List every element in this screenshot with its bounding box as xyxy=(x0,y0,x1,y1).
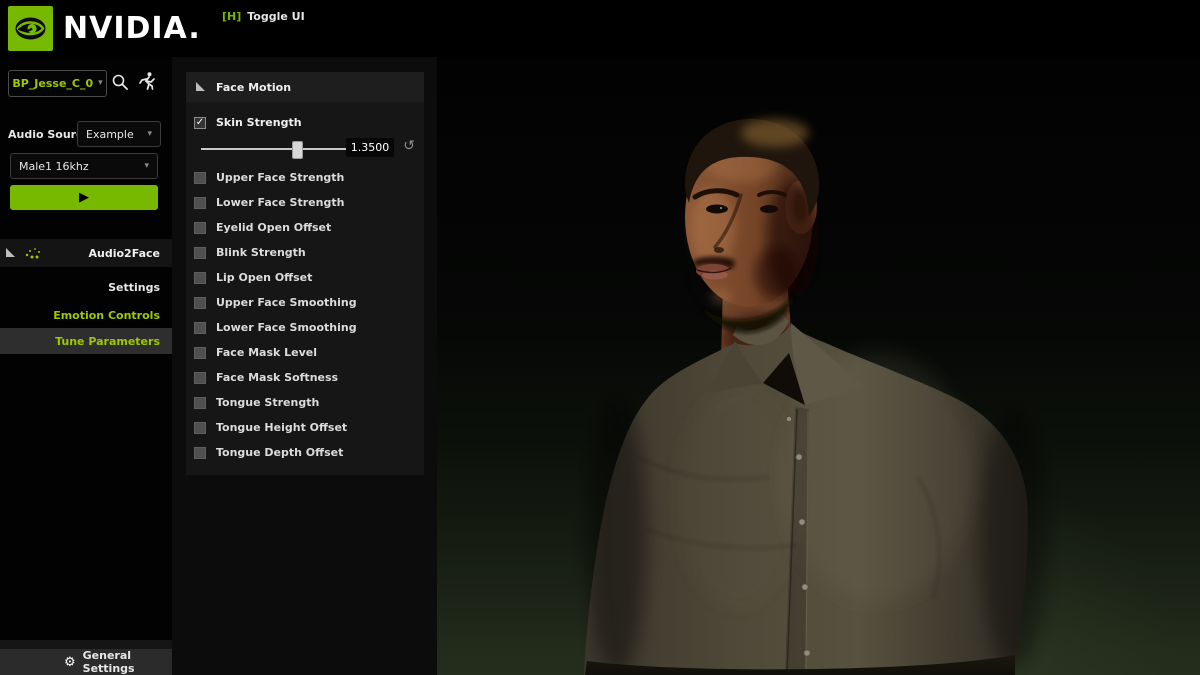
param-label: Face Mask Softness xyxy=(216,371,338,384)
search-button[interactable] xyxy=(109,71,131,93)
checkbox[interactable] xyxy=(194,272,206,284)
slider-thumb[interactable] xyxy=(292,141,303,159)
slider-track[interactable] xyxy=(201,148,347,150)
nvidia-logo: NVIDIA. xyxy=(8,6,201,51)
param-row: Tongue Height Offset xyxy=(186,415,424,440)
param-row: Blink Strength xyxy=(186,240,424,265)
preset-value: BP_Jesse_C_0 xyxy=(12,77,93,90)
audio2face-section-header[interactable]: Audio2Face xyxy=(0,239,172,267)
param-label: Tongue Strength xyxy=(216,396,319,409)
section-title: Audio2Face xyxy=(89,247,160,260)
checkbox[interactable] xyxy=(194,297,206,309)
checkbox[interactable] xyxy=(194,397,206,409)
param-label: Eyelid Open Offset xyxy=(216,221,331,234)
reset-icon[interactable]: ↺ xyxy=(403,139,415,153)
checkbox[interactable] xyxy=(194,172,206,184)
sidebar-item-emotion-controls[interactable]: Emotion Controls xyxy=(0,302,172,328)
checkbox[interactable] xyxy=(194,322,206,334)
viewport-3d[interactable] xyxy=(437,57,1200,675)
sidebar-item-tune-parameters[interactable]: Tune Parameters xyxy=(0,328,172,354)
param-row: Face Mask Softness xyxy=(186,365,424,390)
checkbox[interactable] xyxy=(194,372,206,384)
param-row: Lower Face Smoothing xyxy=(186,315,424,340)
param-label: Lip Open Offset xyxy=(216,271,312,284)
param-row: Lower Face Strength xyxy=(186,190,424,215)
sidebar-item-settings[interactable]: Settings xyxy=(0,274,172,300)
param-row: Tongue Depth Offset xyxy=(186,440,424,465)
checkbox[interactable] xyxy=(194,197,206,209)
brand-wordmark: NVIDIA. xyxy=(63,11,201,46)
app-window: NVIDIA. [H] Toggle UI BP_Jesse_C_0 ▾ xyxy=(0,0,1200,675)
audio-source-value: Example xyxy=(86,128,134,141)
play-icon: ▶ xyxy=(79,190,89,205)
panel-body: ✓ Skin Strength 1.3500 ↺ Upper Face Stre… xyxy=(186,102,424,475)
face-motion-panel: Face Motion ✓ Skin Strength 1.3500 ↺ Upp… xyxy=(186,72,424,475)
chevron-down-icon: ▾ xyxy=(147,130,152,139)
face-motion-header[interactable]: Face Motion xyxy=(186,72,424,102)
chevron-down-icon: ▾ xyxy=(144,162,149,171)
search-icon xyxy=(111,73,129,91)
param-row: Face Mask Level xyxy=(186,340,424,365)
audio-source-dropdown[interactable]: Example ▾ xyxy=(77,121,161,147)
general-settings-label: General Settings xyxy=(83,649,172,675)
character-pose-button[interactable] xyxy=(136,70,158,92)
gear-icon: ⚙ xyxy=(64,656,76,669)
param-label: Upper Face Smoothing xyxy=(216,296,357,309)
voice-dropdown[interactable]: Male1 16khz ▾ xyxy=(10,153,158,179)
panel-title: Face Motion xyxy=(216,81,291,94)
running-person-icon xyxy=(137,71,157,91)
slider-value-field[interactable]: 1.3500 xyxy=(346,138,394,157)
sidebar-item-label: Settings xyxy=(108,281,160,294)
parameters-column: Face Motion ✓ Skin Strength 1.3500 ↺ Upp… xyxy=(172,57,437,675)
param-row: Lip Open Offset xyxy=(186,265,424,290)
checkbox[interactable] xyxy=(194,447,206,459)
voice-value: Male1 16khz xyxy=(19,160,89,173)
toggle-ui-button[interactable]: [H] Toggle UI xyxy=(222,10,305,23)
param-label: Skin Strength xyxy=(216,116,302,129)
skin-strength-slider-row: 1.3500 ↺ xyxy=(186,135,424,163)
param-label: Blink Strength xyxy=(216,246,306,259)
sidebar-item-label: Tune Parameters xyxy=(55,335,160,348)
chevron-down-icon: ▾ xyxy=(98,79,103,88)
audio2face-particles-icon xyxy=(24,245,42,261)
param-label: Lower Face Smoothing xyxy=(216,321,357,334)
param-label: Upper Face Strength xyxy=(216,171,344,184)
param-label: Lower Face Strength xyxy=(216,196,344,209)
toggle-ui-label: Toggle UI xyxy=(247,10,304,23)
param-row-skin-strength: ✓ Skin Strength xyxy=(186,110,424,135)
checkbox-checked[interactable]: ✓ xyxy=(194,117,206,129)
param-label: Face Mask Level xyxy=(216,346,317,359)
top-bar: NVIDIA. [H] Toggle UI xyxy=(0,0,1200,57)
checkbox[interactable] xyxy=(194,422,206,434)
checkbox[interactable] xyxy=(194,247,206,259)
param-label: Tongue Depth Offset xyxy=(216,446,343,459)
param-label: Tongue Height Offset xyxy=(216,421,347,434)
sidebar-item-label: Emotion Controls xyxy=(53,309,160,322)
collapse-triangle-icon xyxy=(6,248,16,258)
param-row: Upper Face Smoothing xyxy=(186,290,424,315)
sidebar-bottom-strip xyxy=(0,640,172,649)
checkbox[interactable] xyxy=(194,347,206,359)
preset-dropdown[interactable]: BP_Jesse_C_0 ▾ xyxy=(8,70,107,97)
character-render xyxy=(437,57,1200,675)
collapse-triangle-icon xyxy=(196,82,206,92)
param-row: Tongue Strength xyxy=(186,390,424,415)
general-settings-button[interactable]: ⚙ General Settings xyxy=(0,649,172,675)
hotkey-badge: [H] xyxy=(222,10,241,23)
param-row: Eyelid Open Offset xyxy=(186,215,424,240)
param-row: Upper Face Strength xyxy=(186,165,424,190)
sidebar: BP_Jesse_C_0 ▾ Audio Source Example ▾ xyxy=(0,57,172,675)
play-button[interactable]: ▶ xyxy=(10,185,158,210)
checkbox[interactable] xyxy=(194,222,206,234)
nvidia-eye-icon xyxy=(8,6,53,51)
